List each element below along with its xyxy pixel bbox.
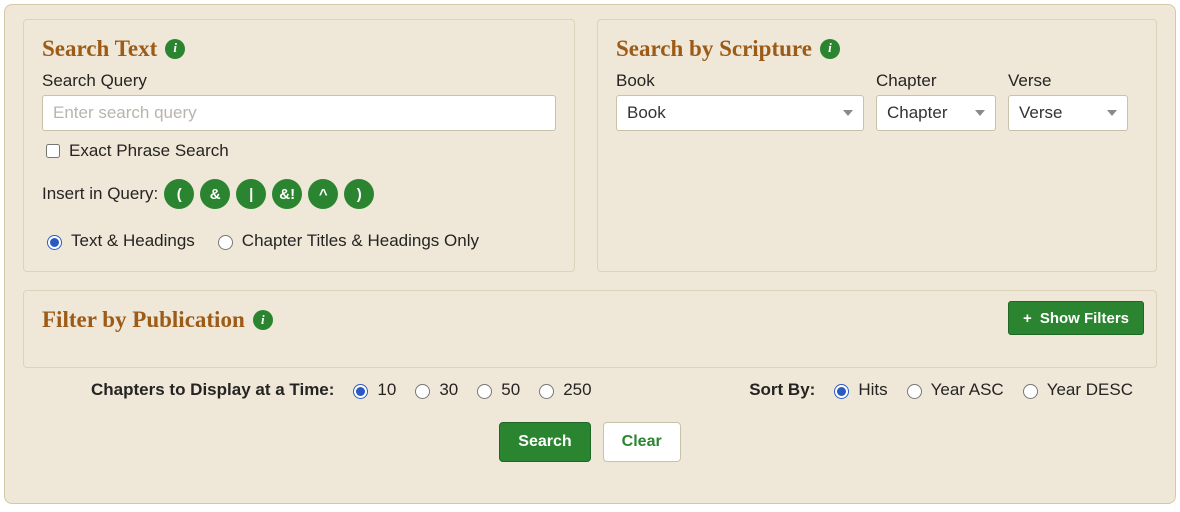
chapters-label: Chapters to Display at a Time: [91, 380, 334, 400]
op-andnot-button[interactable]: &! [272, 179, 302, 209]
chapters-10-radio[interactable] [353, 384, 368, 399]
book-select-value: Book [627, 103, 666, 123]
search-query-label: Search Query [42, 71, 556, 91]
op-and-button[interactable]: & [200, 179, 230, 209]
scope-titles-only-option[interactable]: Chapter Titles & Headings Only [213, 231, 479, 251]
scope-radio-row: Text & Headings Chapter Titles & Heading… [42, 231, 556, 251]
verse-column: Verse Verse [1008, 71, 1128, 131]
scripture-row: Book Book Chapter Chapter Verse Verse [616, 71, 1138, 131]
filter-title-text: Filter by Publication [42, 307, 245, 332]
search-text-title: Search Text i [42, 36, 556, 61]
info-icon[interactable]: i [165, 39, 185, 59]
exact-phrase-row: Exact Phrase Search [42, 141, 556, 161]
scope-text-headings-option[interactable]: Text & Headings [42, 231, 195, 251]
sort-hits-label: Hits [858, 380, 887, 400]
search-button[interactable]: Search [499, 422, 590, 462]
sort-by-group: Sort By: Hits Year ASC Year DESC [749, 380, 1133, 400]
search-form-wrapper: Search Text i Search Query Exact Phrase … [4, 4, 1176, 504]
scope-text-headings-label: Text & Headings [71, 231, 195, 251]
sort-year-asc-radio[interactable] [907, 384, 922, 399]
chapters-display-group: Chapters to Display at a Time: 10 30 50 … [91, 380, 592, 400]
sort-year-desc-option[interactable]: Year DESC [1018, 380, 1133, 400]
book-label: Book [616, 71, 864, 91]
sort-hits-option[interactable]: Hits [829, 380, 887, 400]
filter-panel: Filter by Publication i + Show Filters [23, 290, 1157, 367]
exact-phrase-checkbox[interactable] [46, 144, 60, 158]
chapters-10-label: 10 [377, 380, 396, 400]
chapters-50-label: 50 [501, 380, 520, 400]
insert-label: Insert in Query: [42, 184, 158, 204]
book-column: Book Book [616, 71, 864, 131]
chapters-250-label: 250 [563, 380, 591, 400]
chapters-50-radio[interactable] [477, 384, 492, 399]
chapters-250-radio[interactable] [539, 384, 554, 399]
sort-year-desc-label: Year DESC [1047, 380, 1133, 400]
info-icon[interactable]: i [820, 39, 840, 59]
op-open-paren-button[interactable]: ( [164, 179, 194, 209]
top-row: Search Text i Search Query Exact Phrase … [23, 19, 1157, 272]
clear-button[interactable]: Clear [603, 422, 681, 462]
sort-year-asc-label: Year ASC [931, 380, 1004, 400]
sort-year-asc-option[interactable]: Year ASC [902, 380, 1004, 400]
search-text-title-text: Search Text [42, 36, 157, 61]
chapters-10-option[interactable]: 10 [348, 380, 396, 400]
info-icon[interactable]: i [253, 310, 273, 330]
chapter-label: Chapter [876, 71, 996, 91]
search-query-input[interactable] [42, 95, 556, 131]
book-select[interactable]: Book [616, 95, 864, 131]
verse-select-value: Verse [1019, 103, 1062, 123]
action-row: Search Clear [23, 422, 1157, 462]
scripture-title: Search by Scripture i [616, 36, 1138, 61]
sort-label: Sort By: [749, 380, 815, 400]
search-text-panel: Search Text i Search Query Exact Phrase … [23, 19, 575, 272]
options-row: Chapters to Display at a Time: 10 30 50 … [23, 380, 1157, 400]
op-close-paren-button[interactable]: ) [344, 179, 374, 209]
verse-label: Verse [1008, 71, 1128, 91]
op-or-button[interactable]: | [236, 179, 266, 209]
verse-select[interactable]: Verse [1008, 95, 1128, 131]
chapter-column: Chapter Chapter [876, 71, 996, 131]
chapter-select-value: Chapter [887, 103, 947, 123]
insert-operators-row: Insert in Query: ( & | &! ^ ) [42, 179, 556, 209]
op-caret-button[interactable]: ^ [308, 179, 338, 209]
chapters-30-label: 30 [439, 380, 458, 400]
scope-titles-only-radio[interactable] [218, 235, 233, 250]
chapter-select[interactable]: Chapter [876, 95, 996, 131]
chapters-250-option[interactable]: 250 [534, 380, 591, 400]
scope-text-headings-radio[interactable] [47, 235, 62, 250]
chapters-50-option[interactable]: 50 [472, 380, 520, 400]
scripture-panel: Search by Scripture i Book Book Chapter … [597, 19, 1157, 272]
chapters-30-option[interactable]: 30 [410, 380, 458, 400]
scope-titles-only-label: Chapter Titles & Headings Only [242, 231, 479, 251]
sort-hits-radio[interactable] [834, 384, 849, 399]
scripture-title-text: Search by Scripture [616, 36, 812, 61]
plus-icon: + [1023, 311, 1032, 326]
show-filters-button[interactable]: + Show Filters [1008, 301, 1144, 335]
show-filters-label: Show Filters [1040, 310, 1129, 327]
sort-year-desc-radio[interactable] [1023, 384, 1038, 399]
filter-title: Filter by Publication i [42, 307, 1138, 332]
exact-phrase-label[interactable]: Exact Phrase Search [69, 141, 229, 161]
chapters-30-radio[interactable] [415, 384, 430, 399]
